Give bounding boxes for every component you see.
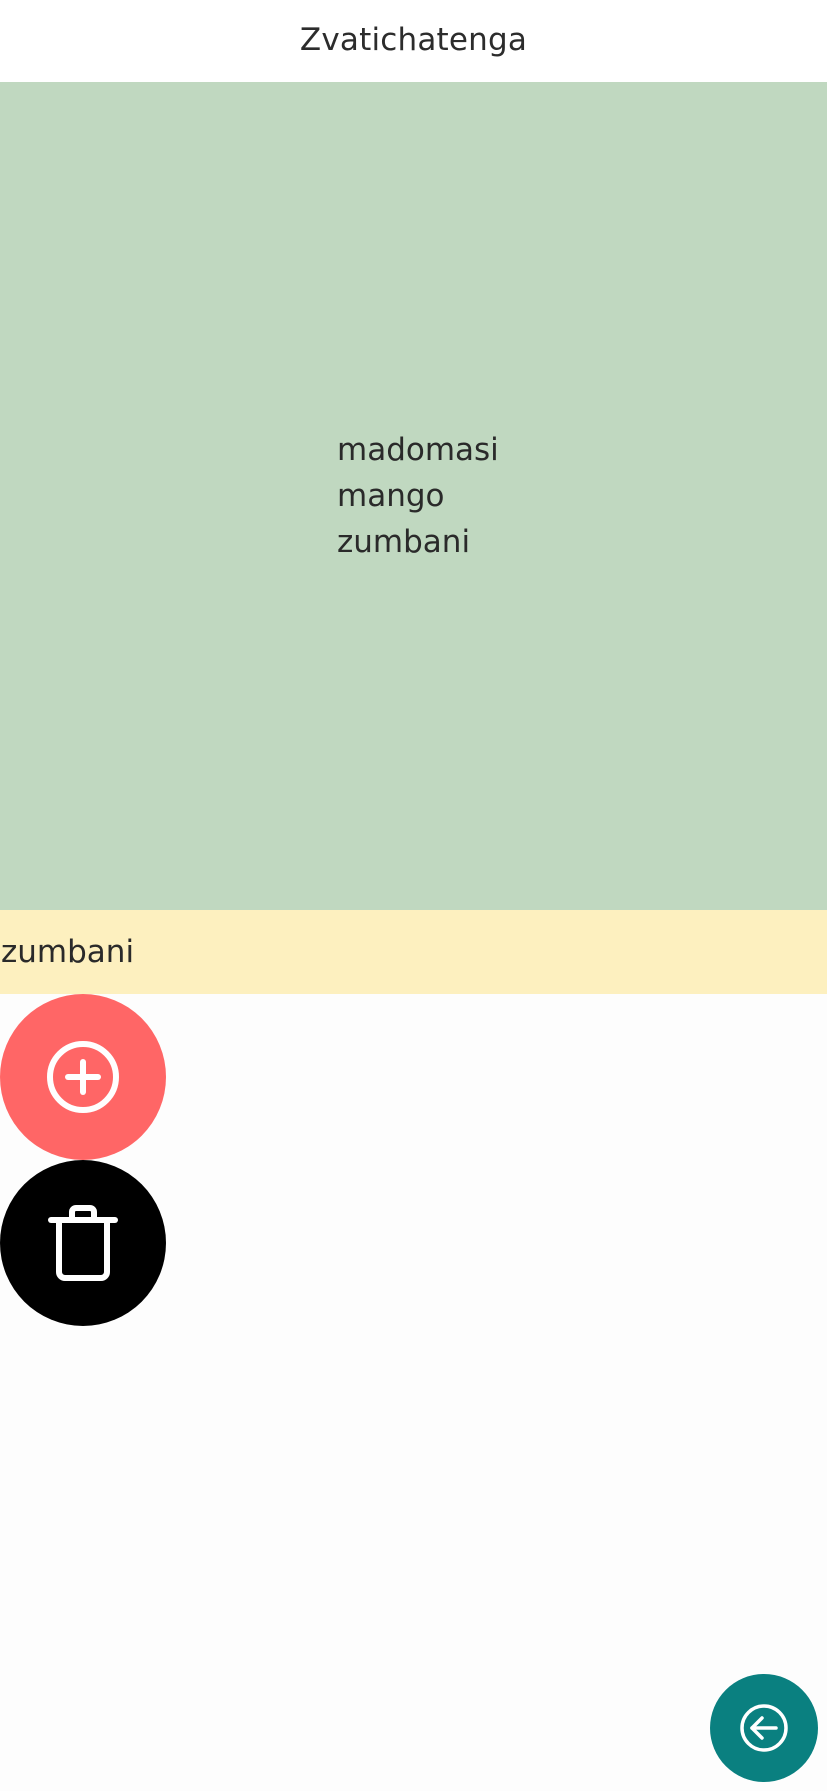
delete-button[interactable] [0,1160,166,1326]
selected-item-text: zumbani [1,934,135,970]
list-item[interactable]: zumbani [337,519,499,565]
arrow-left-circle-icon [740,1704,788,1752]
item-list-panel: madomasi mango zumbani [0,82,827,910]
plus-circle-icon [47,1041,119,1113]
list-item[interactable]: madomasi [337,427,499,473]
list-item[interactable]: mango [337,473,499,519]
trash-icon [48,1205,118,1281]
selected-item-bar: zumbani [0,910,827,994]
page-title: Zvatichatenga [299,22,528,58]
back-button[interactable] [710,1674,818,1782]
add-button[interactable] [0,994,166,1160]
item-list: madomasi mango zumbani [337,427,499,565]
app-bar: Zvatichatenga [0,0,827,82]
